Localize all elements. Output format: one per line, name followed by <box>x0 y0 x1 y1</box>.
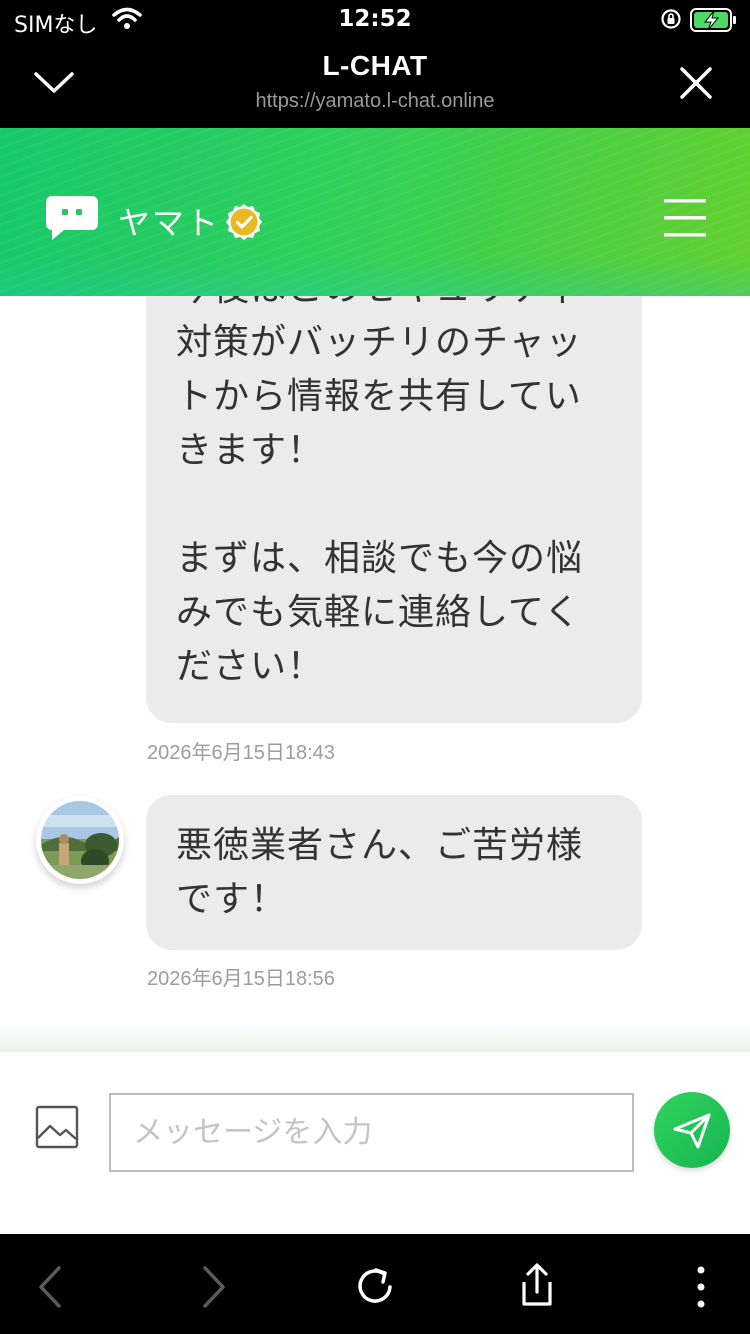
forward-icon <box>203 1266 225 1308</box>
reload-icon <box>358 1268 392 1303</box>
header-fade <box>0 256 750 296</box>
menu-button[interactable] <box>658 196 712 240</box>
battery-charging-icon <box>690 7 738 37</box>
message-bubble: 悪徳業者さん、ご苦労様です！ <box>146 795 642 950</box>
browser-toolbar <box>0 1234 750 1334</box>
more-options-button[interactable] <box>676 1262 726 1312</box>
message-timestamp: 2026年6月15日18:43 <box>147 742 335 764</box>
close-icon <box>680 67 712 99</box>
clock: 12:52 <box>338 6 412 32</box>
account-name: ヤマト <box>118 204 221 242</box>
close-button[interactable] <box>666 56 726 110</box>
image-icon <box>35 1105 79 1149</box>
browser-header: L-CHAT https://yamato.l-chat.online <box>0 40 750 128</box>
chat-message-list[interactable]: 今後はこのセキュリティ対策がバッチリのチャットから情報を共有していきます！ まず… <box>0 296 750 1052</box>
attach-image-button[interactable] <box>34 1104 80 1150</box>
page-title: L-CHAT <box>322 50 428 81</box>
message-bubble: 今後はこのセキュリティ対策がバッチリのチャットから情報を共有していきます！ まず… <box>146 296 642 723</box>
composer-shadow <box>0 1024 750 1052</box>
forward-button[interactable] <box>188 1262 238 1312</box>
app-header: ヤマト <box>0 128 750 296</box>
chat-bubble-icon <box>44 194 100 246</box>
send-button[interactable] <box>654 1092 730 1168</box>
back-button[interactable] <box>28 1262 78 1312</box>
avatar-photo <box>41 801 119 879</box>
send-icon <box>673 1113 711 1149</box>
page-url: https://yamato.l-chat.online <box>255 90 495 112</box>
avatar[interactable] <box>36 796 124 884</box>
verified-badge-icon <box>224 202 264 246</box>
back-icon <box>39 1266 61 1308</box>
hamburger-menu-icon <box>664 199 706 237</box>
share-icon <box>522 1263 552 1306</box>
reload-button[interactable] <box>350 1262 400 1312</box>
status-bar: SIMなし 12:52 <box>0 0 750 40</box>
message-input[interactable] <box>109 1093 634 1172</box>
message-timestamp: 2026年6月15日18:56 <box>147 968 335 990</box>
orientation-lock-icon <box>660 8 682 34</box>
share-button[interactable] <box>512 1262 562 1312</box>
more-icon <box>697 1266 705 1308</box>
message-composer <box>0 1024 750 1234</box>
